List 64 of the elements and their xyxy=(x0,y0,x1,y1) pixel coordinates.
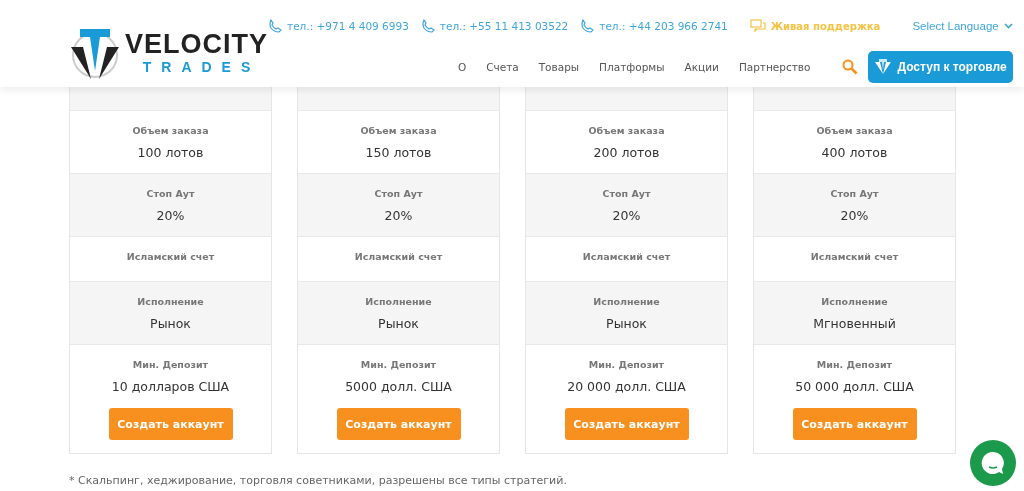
language-select[interactable]: Select Language xyxy=(912,20,1013,32)
phone-icon xyxy=(580,19,595,33)
logo-emblem-icon xyxy=(874,58,893,76)
row-value: 20% xyxy=(384,208,413,223)
row-label: Исламский счет xyxy=(354,251,443,262)
chevron-down-icon xyxy=(1003,23,1013,29)
row-value: 50 000 долл. США xyxy=(795,379,914,394)
nav-link[interactable]: Товары xyxy=(528,61,590,73)
row-label: Мин. Депозит xyxy=(588,359,665,370)
create-account-button[interactable]: Создать аккаунт xyxy=(336,408,461,440)
row-label: Стоп Аут xyxy=(146,188,195,199)
logo-wordmark: VELOCITY xyxy=(125,30,268,58)
row-label: Мин. Депозит xyxy=(816,359,893,370)
chat-button[interactable] xyxy=(970,440,1016,486)
row-label: Исполнение xyxy=(137,296,204,307)
create-account-button[interactable]: Создать аккаунт xyxy=(792,408,917,440)
search-icon[interactable] xyxy=(842,59,859,75)
nav-link[interactable]: Акции xyxy=(674,61,729,73)
phone-icon xyxy=(268,19,282,33)
row-value: 20% xyxy=(612,208,641,223)
row-label: Исламский счет xyxy=(810,251,899,262)
row-label: Мин. Депозит xyxy=(360,359,437,370)
row-value: Мгновенный xyxy=(813,316,896,331)
phone-link[interactable]: тел.: +55 11 413 03522 xyxy=(439,20,569,32)
live-support-link[interactable]: Живая поддержка xyxy=(770,20,881,32)
row-value: 100 лотов xyxy=(137,145,204,160)
speech-bubble-icon xyxy=(980,450,1006,476)
phone-link[interactable]: тел.: +971 4 409 6993 xyxy=(287,20,409,32)
row-value: 20% xyxy=(840,208,869,223)
row-value: 400 лотов xyxy=(821,145,888,160)
row-label: Исламский счет xyxy=(126,251,215,262)
row-label: Объем заказа xyxy=(132,125,209,136)
create-account-button[interactable]: Создать аккаунт xyxy=(108,408,233,440)
row-value: Рынок xyxy=(150,316,191,331)
row-value: Рынок xyxy=(606,316,647,331)
row-label: Стоп Аут xyxy=(602,188,651,199)
create-account-button[interactable]: Создать аккаунт xyxy=(564,408,689,440)
phone-link[interactable]: тел.: +44 203 966 2741 xyxy=(599,20,728,32)
phone-icon xyxy=(420,19,435,33)
row-label: Объем заказа xyxy=(816,125,893,136)
row-value: 20% xyxy=(156,208,185,223)
row-label: Объем заказа xyxy=(360,125,437,136)
row-label: Исполнение xyxy=(821,296,888,307)
footnote: * Скальпинг, хеджирование, торговля советниками, разрешены все типы стратегий. xyxy=(69,474,568,487)
nav-link[interactable]: Партнерство xyxy=(728,61,821,73)
chat-icon xyxy=(749,19,766,33)
row-label: Стоп Аут xyxy=(830,188,879,199)
row-value: 20 000 долл. США xyxy=(567,379,686,394)
row-label: Стоп Аут xyxy=(374,188,423,199)
row-label: Исполнение xyxy=(365,296,432,307)
row-value: Рынок xyxy=(378,316,419,331)
trading-access-button[interactable]: Доступ к торговле xyxy=(868,51,1013,83)
row-label: Исламский счет xyxy=(582,251,671,262)
nav-link[interactable]: Платформы xyxy=(589,61,675,73)
row-label: Мин. Депозит xyxy=(132,359,209,370)
nav-link[interactable]: Счета xyxy=(476,61,529,73)
row-value: 200 лотов xyxy=(593,145,660,160)
nav-link[interactable]: О xyxy=(447,61,477,73)
row-value: 5000 долл. США xyxy=(345,379,452,394)
logo-subtitle: TRADES xyxy=(142,58,261,76)
row-value: 10 долларов США xyxy=(111,379,230,394)
row-label: Объем заказа xyxy=(588,125,665,136)
row-label: Исполнение xyxy=(593,296,660,307)
row-value: 150 лотов xyxy=(365,145,432,160)
